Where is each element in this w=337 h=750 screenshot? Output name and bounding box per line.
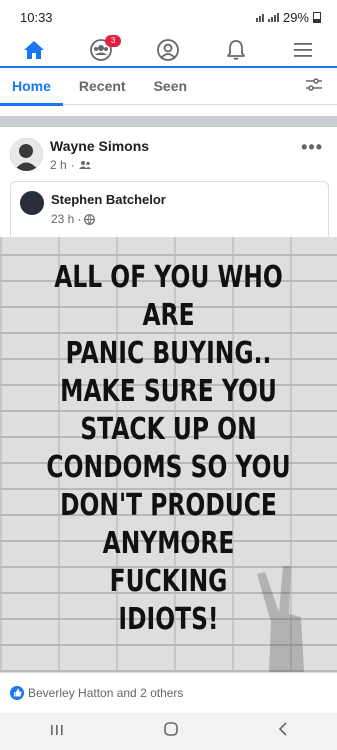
- post-image[interactable]: ALL OF YOU WHO ARE PANIC BUYING.. MAKE S…: [0, 237, 337, 672]
- recent-apps-button[interactable]: [50, 723, 64, 741]
- feed-tabs: Home Recent Seen: [0, 68, 337, 106]
- back-icon: [278, 722, 287, 736]
- recent-apps-icon: [50, 724, 63, 735]
- home-icon: [23, 41, 44, 59]
- groups-badge: 3: [105, 35, 122, 47]
- profile-icon: [157, 39, 180, 61]
- shared-author-avatar[interactable]: [20, 191, 44, 215]
- tab-seen[interactable]: Seen: [154, 68, 187, 105]
- post-more-options[interactable]: •••: [301, 137, 323, 158]
- shared-meta: 23 h ·: [51, 212, 96, 226]
- post-header: Wayne Simons 2 h · •••: [10, 135, 327, 181]
- post-meta: 2 h ·: [50, 158, 91, 172]
- meme-line: CONDOMS SO YOU: [46, 450, 291, 485]
- friends-audience-icon: [78, 161, 91, 169]
- globe-icon: [84, 213, 96, 225]
- battery-icon: [313, 11, 321, 23]
- reactions-summary: Beverley Hatton and 2 others: [28, 685, 184, 700]
- system-home-button[interactable]: [163, 721, 179, 742]
- meme-line: ALL OF YOU WHO ARE: [54, 260, 283, 333]
- wifi-icon: [255, 12, 264, 22]
- meta-dot: ·: [70, 158, 75, 172]
- menu-icon: [294, 43, 313, 57]
- tab-recent[interactable]: Recent: [79, 68, 126, 105]
- system-back-button[interactable]: [278, 722, 288, 741]
- author-avatar[interactable]: [10, 138, 43, 171]
- post-time[interactable]: 2 h: [50, 158, 67, 172]
- meme-line: STACK UP ON: [80, 412, 257, 447]
- nav-notifications[interactable]: [206, 34, 266, 66]
- nav-profile[interactable]: [138, 34, 198, 66]
- feed-post: Wayne Simons 2 h · ••• Stephen Batchelor…: [0, 127, 337, 713]
- shared-post-header: Stephen Batchelor 23 h ·: [10, 181, 329, 238]
- peace-hand-shadow: [257, 566, 304, 672]
- feed-separator: [0, 116, 337, 127]
- shared-author[interactable]: Stephen Batchelor: [51, 192, 166, 207]
- top-navigation: 3: [0, 34, 337, 68]
- home-circle-icon: [163, 722, 178, 736]
- post-author[interactable]: Wayne Simons: [50, 138, 149, 154]
- meme-line: MAKE SURE YOU: [60, 374, 277, 409]
- meme-line: DON'T PRODUCE: [60, 488, 277, 523]
- signal-icon: [267, 12, 279, 22]
- battery-percent: 29%: [282, 9, 309, 25]
- reactions-bar[interactable]: Beverley Hatton and 2 others: [0, 672, 337, 712]
- tab-home[interactable]: Home: [0, 68, 63, 106]
- meme-line: PANIC BUYING..: [65, 336, 272, 371]
- status-indicators: 29%: [255, 9, 321, 25]
- nav-home[interactable]: [4, 34, 64, 66]
- feed-filter-button[interactable]: [305, 78, 323, 97]
- meta-dot: ·: [77, 212, 82, 226]
- system-navigation-bar: [0, 713, 337, 750]
- shared-time[interactable]: 23 h: [51, 212, 74, 226]
- status-bar: 10:33 29%: [0, 0, 337, 34]
- author-avatar-image: [10, 138, 43, 171]
- bell-icon: [226, 40, 245, 60]
- status-time: 10:33: [20, 9, 53, 25]
- like-icon: [10, 685, 24, 700]
- nav-menu[interactable]: [273, 34, 333, 66]
- filter-icon: [306, 78, 322, 91]
- previous-post-edge: [0, 106, 337, 116]
- nav-groups[interactable]: 3: [71, 34, 131, 66]
